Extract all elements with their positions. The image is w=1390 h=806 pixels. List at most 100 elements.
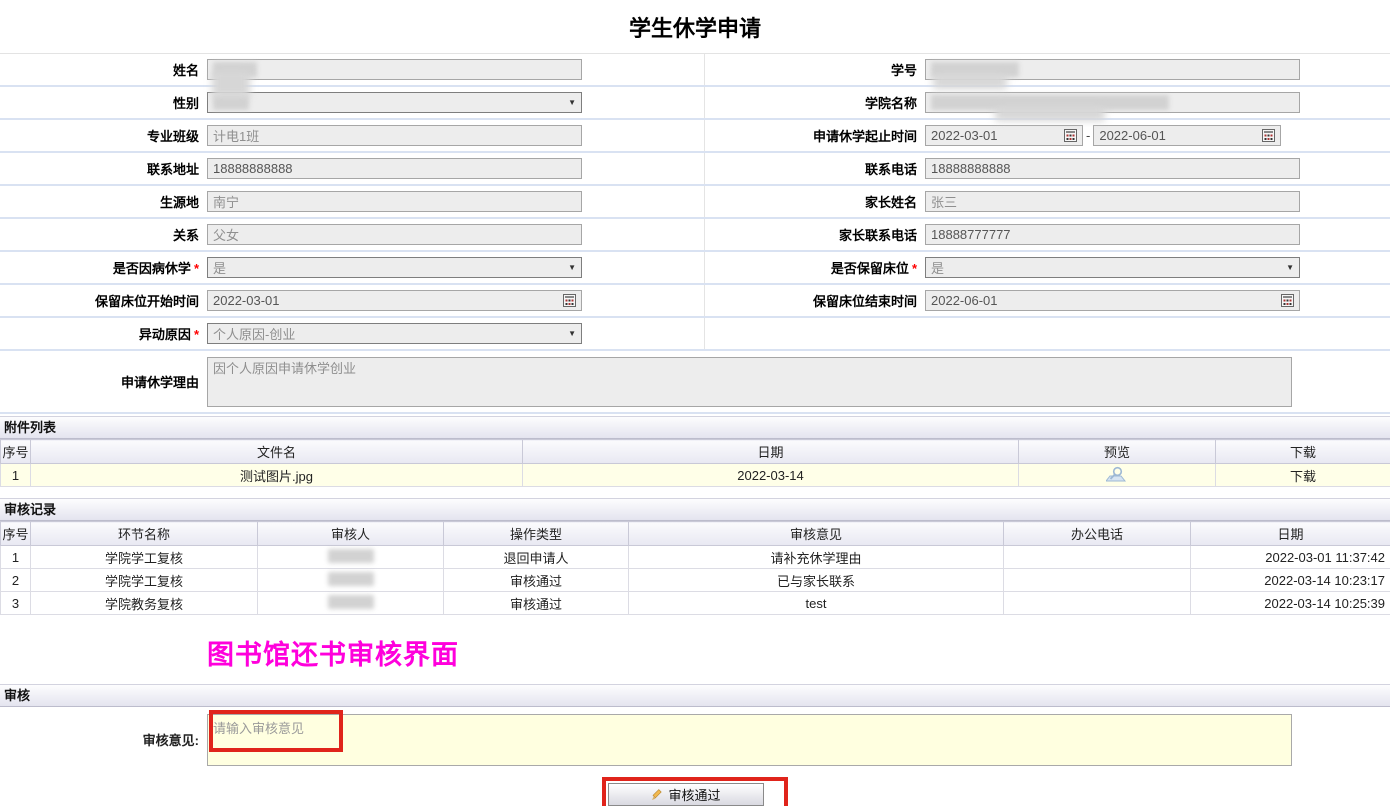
parent-phone-input[interactable]: 18888777777 [925,224,1300,245]
sick-leave-label: 是否因病休学 [113,261,191,276]
form-row: 异动原因* 个人原因-创业▼ [0,318,1390,351]
form-row: 是否因病休学* 是▼ 是否保留床位* 是▼ [0,252,1390,285]
col-opinion: 审核意见 [629,522,1004,546]
attachment-date: 2022-03-14 [523,464,1019,487]
name-label: 姓名 [173,63,199,78]
student-id-label: 学号 [891,63,917,78]
student-leave-application-page: 学生休学申请 姓名 学号 性别 ▼ 学院名称 专业班级 [0,0,1390,806]
leave-end-date-input[interactable]: 2022-06-01 [1093,125,1281,146]
redacted-value [213,95,249,110]
form-row: 专业班级 计电1班 申请休学起止时间 2022-03-01 - 2022-06-… [0,120,1390,153]
page-title: 学生休学申请 [0,0,1390,54]
contact-phone-label: 联系电话 [865,162,917,177]
review-header-row: 序号 环节名称 审核人 操作类型 审核意见 办公电话 日期 [1,522,1390,546]
keep-bed-label: 是否保留床位 [831,261,909,276]
change-reason-label: 异动原因 [139,327,191,342]
download-link[interactable]: 下载 [1290,469,1316,484]
preview-magnifier-icon[interactable] [1106,466,1128,482]
name-input[interactable] [207,59,582,80]
redacted-value [328,595,374,609]
review-row: 1 学院学工复核 退回申请人 请补充休学理由 2022-03-01 11:37:… [1,546,1390,569]
leave-reason-textarea[interactable]: 因个人原因申请休学创业 [207,357,1292,407]
required-marker: * [194,261,199,276]
college-input[interactable] [925,92,1300,113]
form-row: 生源地 南宁 家长姓名 张三 [0,186,1390,219]
parent-phone-label: 家长联系电话 [839,228,917,243]
col-filename: 文件名 [31,440,523,464]
chevron-down-icon: ▼ [1286,263,1294,272]
reviewer-redacted [258,569,444,592]
leave-start-date-input[interactable]: 2022-03-01 [925,125,1083,146]
redacted-value [328,572,374,586]
calendar-icon[interactable] [1064,129,1077,142]
form-row: 联系地址 18888888888 联系电话 18888888888 [0,153,1390,186]
bed-end-date-input[interactable]: 2022-06-01 [925,290,1300,311]
col-reviewer: 审核人 [258,522,444,546]
chevron-down-icon: ▼ [568,263,576,272]
keep-bed-select[interactable]: 是▼ [925,257,1300,278]
reviewer-redacted [258,592,444,615]
contact-phone-input[interactable]: 18888888888 [925,158,1300,179]
calendar-icon[interactable] [1281,294,1294,307]
gender-label: 性别 [173,96,199,111]
leave-period-label: 申请休学起止时间 [813,129,917,144]
date-range-separator: - [1086,128,1090,143]
parent-name-label: 家长姓名 [865,195,917,210]
approve-button-label: 审核通过 [668,785,720,804]
leave-reason-label: 申请休学理由 [121,375,199,390]
required-marker: * [912,261,917,276]
bed-end-label: 保留床位结束时间 [813,294,917,309]
form-row: 姓名 学号 [0,54,1390,87]
pencil-icon [651,788,664,801]
audit-opinion-label: 审核意见: [0,714,207,766]
contact-address-input[interactable]: 18888888888 [207,158,582,179]
form-row: 关系 父女 家长联系电话 18888777777 [0,219,1390,252]
chevron-down-icon: ▼ [568,98,576,107]
audit-section: 审核意见: 审核通过 [0,707,1390,806]
form-row: 性别 ▼ 学院名称 [0,87,1390,120]
col-preview: 预览 [1019,440,1216,464]
origin-input[interactable]: 南宁 [207,191,582,212]
annotation-text: 图书馆还书审核界面 [207,633,1390,672]
attachments-section-title: 附件列表 [0,416,1390,439]
sick-leave-select[interactable]: 是▼ [207,257,582,278]
audit-opinion-textarea[interactable] [207,714,1292,766]
class-label: 专业班级 [147,129,199,144]
attachments-header-row: 序号 文件名 日期 预览 下载 [1,440,1390,464]
col-action: 操作类型 [444,522,629,546]
application-form: 姓名 学号 性别 ▼ 学院名称 专业班级 计电1班 [0,54,1390,414]
review-records-table: 序号 环节名称 审核人 操作类型 审核意见 办公电话 日期 1 学院学工复核 退… [0,521,1390,615]
audit-section-title: 审核 [0,684,1390,707]
chevron-down-icon: ▼ [568,329,576,338]
calendar-icon[interactable] [1262,129,1275,142]
form-row: 保留床位开始时间 2022-03-01 保留床位结束时间 2022-06-01 [0,285,1390,318]
approve-button[interactable]: 审核通过 [608,783,764,806]
reviewer-redacted [258,546,444,569]
class-input[interactable]: 计电1班 [207,125,582,146]
required-marker: * [194,327,199,342]
attachment-filename: 测试图片.jpg [31,464,523,487]
change-reason-select[interactable]: 个人原因-创业▼ [207,323,582,344]
calendar-icon[interactable] [563,294,576,307]
parent-name-input[interactable]: 张三 [925,191,1300,212]
annotation-red-box: 审核通过 [602,777,788,806]
bed-start-date-input[interactable]: 2022-03-01 [207,290,582,311]
col-no: 序号 [1,522,31,546]
relation-label: 关系 [173,228,199,243]
redacted-blur [212,71,250,97]
col-no: 序号 [1,440,31,464]
attachments-table: 序号 文件名 日期 预览 下载 1 测试图片.jpg 2022-03-14 下载 [0,439,1390,487]
col-download: 下载 [1216,440,1390,464]
redacted-value [328,549,374,563]
relation-input[interactable]: 父女 [207,224,582,245]
redacted-blur [995,106,1105,121]
form-row: 申请休学理由 因个人原因申请休学创业 [0,351,1390,414]
gender-select[interactable]: ▼ [207,92,582,113]
attachment-no: 1 [1,464,31,487]
col-date: 日期 [1191,522,1390,546]
attachment-row: 1 测试图片.jpg 2022-03-14 下载 [1,464,1390,487]
col-office-phone: 办公电话 [1004,522,1191,546]
college-label: 学院名称 [865,96,917,111]
redacted-blur [933,74,1007,89]
attachment-preview-cell[interactable] [1019,464,1216,487]
